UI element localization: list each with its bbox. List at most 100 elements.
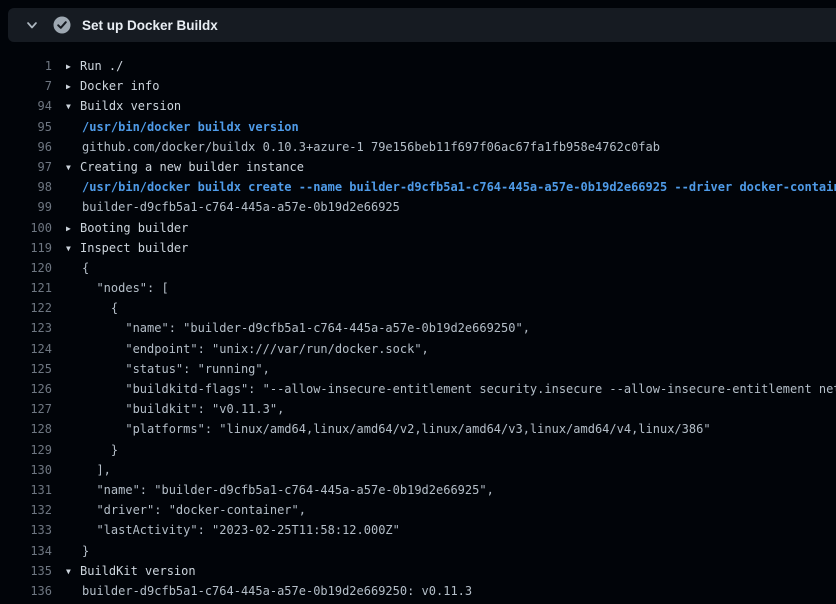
log-output-text: "name": "builder-d9cfb5a1-c764-445a-a57e… [66,318,530,338]
triangle-right-icon: ▶ [66,77,80,97]
triangle-down-icon: ▼ [66,97,80,117]
log-line: 129 } [8,440,836,460]
log-line: 94 ▼Buildx version [8,96,836,116]
log-line: 132 "driver": "docker-container", [8,500,836,520]
line-number[interactable]: 1 [8,56,52,76]
log-output-text: "nodes": [ [66,278,169,298]
log-line: 136 builder-d9cfb5a1-c764-445a-a57e-0b19d… [8,581,836,601]
log-group-toggle[interactable]: ▶Booting builder [66,218,188,239]
log-group-title: Buildx version [80,99,181,113]
log-group-title: BuildKit version [80,564,196,578]
collapse-step-button[interactable] [21,14,43,36]
chevron-down-icon [25,18,39,32]
line-number[interactable]: 128 [8,419,52,439]
line-number[interactable]: 123 [8,318,52,338]
line-number[interactable]: 133 [8,520,52,540]
log-output-text: } [66,440,118,460]
line-number[interactable]: 97 [8,157,52,177]
line-number[interactable]: 95 [8,117,52,137]
log-line: 1 ▶Run ./ [8,56,836,76]
log-line: 133 "lastActivity": "2023-02-25T11:58:12… [8,520,836,540]
log-group-toggle[interactable]: ▶Run ./ [66,56,123,77]
log-output-text: github.com/docker/buildx 0.10.3+azure-1 … [66,137,660,157]
log-line: 100 ▶Booting builder [8,218,836,238]
line-number[interactable]: 136 [8,581,52,601]
log-line: 98/usr/bin/docker buildx create --name b… [8,177,836,197]
check-circle-icon [53,16,71,34]
log-line: 97 ▼Creating a new builder instance [8,157,836,177]
line-number[interactable]: 120 [8,258,52,278]
log-group-title: Creating a new builder instance [80,160,304,174]
line-number[interactable]: 94 [8,96,52,116]
log-line: 127 "buildkit": "v0.11.3", [8,399,836,419]
log-area: 1▶Run ./7▶Docker info94▼Buildx version95… [0,42,836,604]
log-line: 119 ▼Inspect builder [8,238,836,258]
log-group-toggle[interactable]: ▼Buildx version [66,96,181,117]
line-number[interactable]: 122 [8,298,52,318]
log-line: 130 ], [8,460,836,480]
log-line: 134} [8,541,836,561]
log-output-text: builder-d9cfb5a1-c764-445a-a57e-0b19d2e6… [66,197,400,217]
log-group-toggle[interactable]: ▶Docker info [66,76,159,97]
line-number[interactable]: 127 [8,399,52,419]
log-line: 128 "platforms": "linux/amd64,linux/amd6… [8,419,836,439]
log-line: 7 ▶Docker info [8,76,836,96]
line-number[interactable]: 134 [8,541,52,561]
log-output-text: "status": "running", [66,359,270,379]
log-output-text: "buildkitd-flags": "--allow-insecure-ent… [66,379,836,399]
line-number[interactable]: 119 [8,238,52,258]
log-line: 99 builder-d9cfb5a1-c764-445a-a57e-0b19d2… [8,197,836,217]
triangle-down-icon: ▼ [66,158,80,178]
line-number[interactable]: 126 [8,379,52,399]
log-output-text: "lastActivity": "2023-02-25T11:58:12.000… [66,520,400,540]
log-group-toggle[interactable]: ▼Inspect builder [66,238,188,259]
line-number[interactable]: 130 [8,460,52,480]
log-line: 123 "name": "builder-d9cfb5a1-c764-445a-… [8,318,836,338]
log-group-toggle[interactable]: ▼Creating a new builder instance [66,157,304,178]
log-line: 124 "endpoint": "unix:///var/run/docker.… [8,339,836,359]
log-output-text: "endpoint": "unix:///var/run/docker.sock… [66,339,429,359]
log-line: 125 "status": "running", [8,359,836,379]
log-output-text: "driver": "docker-container", [66,500,306,520]
triangle-right-icon: ▶ [66,219,80,239]
log-output-text: } [66,541,89,561]
log-line: 96 github.com/docker/buildx 0.10.3+azure-… [8,137,836,157]
line-number[interactable]: 99 [8,197,52,217]
log-output-text: builder-d9cfb5a1-c764-445a-a57e-0b19d2e6… [66,581,472,601]
log-line: 120 { [8,258,836,278]
step-header[interactable]: Set up Docker Buildx [8,8,836,42]
line-number[interactable]: 121 [8,278,52,298]
line-number[interactable]: 100 [8,218,52,238]
log-line: 135 ▼BuildKit version [8,561,836,581]
log-line: 126 "buildkitd-flags": "--allow-insecure… [8,379,836,399]
line-number[interactable]: 125 [8,359,52,379]
log-line: 95/usr/bin/docker buildx version [8,117,836,137]
line-number[interactable]: 132 [8,500,52,520]
log-output-text: { [66,298,118,318]
log-output-text: "buildkit": "v0.11.3", [66,399,284,419]
line-number[interactable]: 96 [8,137,52,157]
log-lines: 1▶Run ./7▶Docker info94▼Buildx version95… [8,56,836,601]
step-title: Set up Docker Buildx [82,18,218,33]
log-output-text: "platforms": "linux/amd64,linux/amd64/v2… [66,419,711,439]
line-number[interactable]: 135 [8,561,52,581]
log-group-title: Run ./ [80,59,123,73]
line-number[interactable]: 98 [8,177,52,197]
log-line: 121 "nodes": [ [8,278,836,298]
log-output-text: ], [66,460,111,480]
log-group-title: Inspect builder [80,241,188,255]
line-number[interactable]: 7 [8,76,52,96]
log-line: 122 { [8,298,836,318]
log-command-text: /usr/bin/docker buildx version [66,117,299,137]
triangle-down-icon: ▼ [66,239,80,259]
log-group-title: Docker info [80,79,159,93]
line-number[interactable]: 129 [8,440,52,460]
log-group-title: Booting builder [80,221,188,235]
log-output-text: "name": "builder-d9cfb5a1-c764-445a-a57e… [66,480,494,500]
line-number[interactable]: 124 [8,339,52,359]
log-group-toggle[interactable]: ▼BuildKit version [66,561,196,582]
triangle-down-icon: ▼ [66,562,80,582]
log-output-text: { [66,258,89,278]
line-number[interactable]: 131 [8,480,52,500]
log-line: 131 "name": "builder-d9cfb5a1-c764-445a-… [8,480,836,500]
